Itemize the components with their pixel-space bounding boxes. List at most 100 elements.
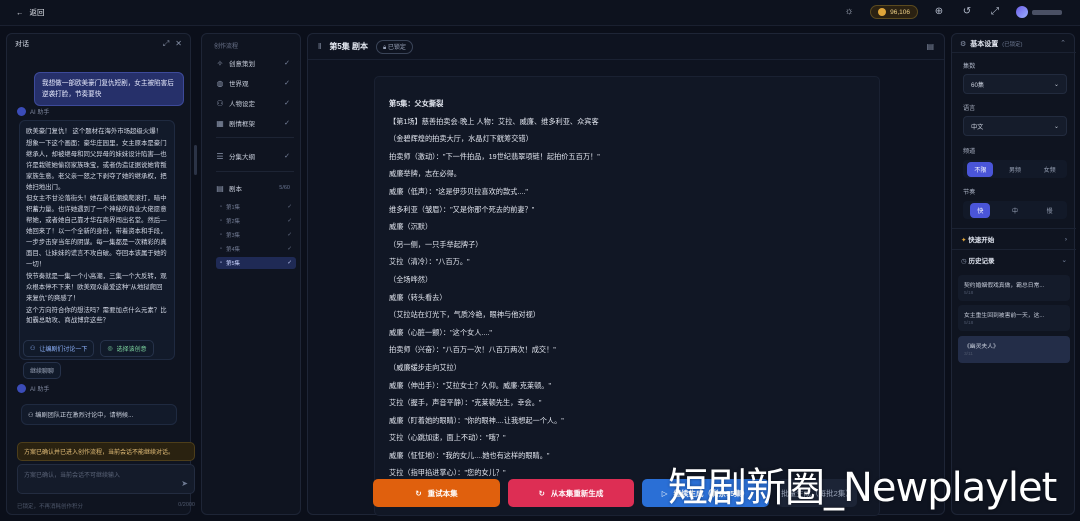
expand-icon[interactable]: ⤢ — [163, 39, 169, 49]
chat-input[interactable]: 方案已确认，当前会话不可继续输入 ➤ — [17, 464, 195, 494]
episodes-value: 60集 — [971, 81, 985, 89]
step-outline[interactable]: ☰ 分集大纲 ✓ — [210, 148, 296, 164]
check-icon: ✓ — [287, 260, 292, 266]
script-line: 威廉（伸出手）："艾拉女士？久仰。威廉·克莱顿。" — [389, 380, 552, 390]
script-line: 第5集：父女撕裂 — [389, 99, 444, 108]
history-item[interactable]: 女主重生回到被害前一天，这... 5/18 — [958, 305, 1070, 331]
step-label: 分集大纲 — [229, 154, 255, 161]
lock-badge-label: 已锁定 — [387, 44, 406, 51]
quick-start-label: 快速开始 — [968, 237, 995, 244]
user-message: 我想做一部欧美豪门复仇短剧，女主被陷害后逆袭打脸，节奏要快 — [34, 72, 184, 106]
divider — [216, 137, 294, 138]
channel-option[interactable]: 女频 — [1037, 162, 1063, 177]
file-icon: ▫ — [220, 232, 222, 238]
episode-item[interactable]: ▫ 第1集 ✓ — [216, 201, 296, 213]
script-content[interactable]: 第5集：父女撕裂 【第1场】慈善拍卖会·晚上 人物：艾拉、威廉、维多利亚、众宾客… — [374, 76, 880, 516]
history-row[interactable]: ◷ 历史记录 ⌄ — [961, 255, 1067, 265]
script-line: （威廉缓步走向艾拉） — [389, 362, 461, 372]
step-characters[interactable]: ⚇ 人物设定 ✓ — [210, 95, 296, 111]
file-icon: ▫ — [220, 260, 222, 266]
ai-name: AI 助手 — [30, 387, 50, 393]
channel-toggle: 不限 男频 女频 — [963, 160, 1067, 178]
chevron-right-icon: › — [1064, 235, 1067, 243]
continue-chat-button[interactable]: 继续聊聊 — [23, 362, 62, 379]
credit-balance[interactable]: 96,106 — [870, 5, 918, 19]
script-line: 威廉（心脏一颤）："这个女人...." — [389, 327, 492, 337]
chat-input-placeholder: 方案已确认，当前会话不可继续输入 — [24, 473, 121, 479]
chevron-up-icon[interactable]: ⌃ — [1060, 39, 1066, 47]
check-icon: ✓ — [284, 120, 290, 127]
history-item-selected[interactable]: 《幽灵夫人》 3/11 — [958, 336, 1070, 363]
choose-idea-button[interactable]: ◎ 选择该创意 — [100, 340, 154, 357]
users-icon: ⚇ — [30, 346, 36, 352]
channel-option[interactable]: 男频 — [1002, 162, 1028, 177]
discuss-label: 让编剧们讨论一下 — [39, 347, 88, 353]
step-label: 创意策划 — [229, 61, 255, 68]
channel-option[interactable]: 不限 — [967, 161, 994, 177]
document-icon[interactable]: ▤ — [926, 42, 934, 51]
pace-option[interactable]: 中 — [1005, 203, 1025, 218]
language-value: 中文 — [971, 123, 984, 131]
user-menu[interactable] — [1016, 6, 1062, 18]
team-status-message: ⚇ 编剧团队正在激烈讨论中，请稍候... — [21, 404, 177, 425]
chevron-down-icon: ⌄ — [1061, 257, 1067, 264]
language-select[interactable]: 中文 ⌄ — [963, 116, 1067, 136]
chat-footer-note: 已锁定，不再消耗创作积分 — [17, 504, 84, 510]
plus-circle-icon[interactable]: ⊕ — [932, 5, 946, 19]
step-plot[interactable]: ▦ 剧情框架 ✓ — [210, 115, 296, 131]
step-label: 人物设定 — [229, 101, 255, 108]
pace-option[interactable]: 慢 — [1040, 203, 1060, 218]
expand-icon[interactable]: ⤢ — [988, 5, 1002, 19]
locked-warning: 方案已确认并已进入创作流程，当前会话不能继续对话。 — [17, 442, 195, 461]
settings-status: (已锁定) — [1002, 42, 1023, 48]
episode-label: 第4集 — [225, 247, 241, 253]
check-icon: ✓ — [287, 232, 292, 238]
ai-meta: AI 助手 — [17, 107, 49, 116]
bars-icon: ‖ — [318, 42, 322, 51]
back-button[interactable]: ← 返回 — [16, 7, 45, 18]
ai-meta-2: AI 助手 — [17, 384, 49, 393]
script-line: 拍卖师（兴奋）："八百万一次！八百万两次！成交！" — [389, 345, 556, 355]
refresh-icon: ↻ — [538, 488, 545, 498]
episode-label: 第3集 — [225, 233, 241, 239]
retry-episode-button[interactable]: ↻ 重试本集 — [373, 479, 500, 507]
episodes-select[interactable]: 60集 ⌄ — [963, 74, 1067, 94]
back-label: 返回 — [29, 8, 45, 17]
chevron-down-icon: ⌄ — [1053, 122, 1059, 130]
discuss-button[interactable]: ⚇ 让编剧们讨论一下 — [23, 340, 95, 357]
settings-header[interactable]: ⚙ 基本设置 (已锁定) — [960, 39, 1022, 49]
episode-item[interactable]: ▫ 第4集 ✓ — [216, 243, 296, 255]
step-idea[interactable]: ✧ 创意策划 ✓ — [210, 55, 296, 71]
divider — [952, 249, 1076, 250]
history-item[interactable]: 契约婚姻假戏真做，霸总日常... 5/18 — [958, 275, 1070, 301]
script-line: （全场哗然） — [389, 274, 433, 284]
episode-item-active[interactable]: ▫ 第5集 ✓ — [216, 257, 296, 269]
ai-message: 欧美豪门复仇！ 这个题材在海外市场超级火爆！ 想象一下这个画面：豪华庄园里，女主… — [19, 120, 175, 360]
check-icon: ✓ — [287, 204, 292, 210]
regenerate-button[interactable]: ↻ 从本集重新生成 — [508, 479, 634, 507]
refresh-icon[interactable]: ↺ — [960, 5, 974, 19]
script-line: （艾拉站在灯光下，气质冷艳，眼神与他对视） — [389, 310, 540, 320]
divider — [952, 52, 1076, 53]
script-line: 【第1场】慈善拍卖会·晚上 人物：艾拉、威廉、维多利亚、众宾客 — [389, 116, 599, 126]
sun-icon[interactable]: ☼ — [842, 5, 856, 19]
play-icon: ▷ — [661, 488, 668, 498]
close-icon[interactable]: ✕ — [175, 39, 182, 49]
check-icon: ✓ — [284, 80, 290, 87]
divider — [952, 228, 1076, 229]
episode-item[interactable]: ▫ 第3集 ✓ — [216, 229, 296, 241]
history-item-title: 女主重生回到被害前一天，这... — [964, 313, 1045, 319]
step-world[interactable]: ◍ 世界观 ✓ — [210, 75, 296, 91]
step-script[interactable]: ▤ 剧本 5/60 — [210, 180, 296, 196]
quick-start-row[interactable]: ✦ 快速开始 › — [961, 234, 1067, 245]
lightbulb-icon: ✧ — [216, 58, 224, 68]
chat-panel: 对话 ⤢ ✕ 我想做一部欧美豪门复仇短剧，女主被陷害后逆袭打脸，节奏要快 AI … — [6, 33, 195, 515]
send-icon[interactable]: ➤ — [181, 479, 188, 488]
chat-scrollbar[interactable] — [194, 145, 197, 175]
history-item-title: 《幽灵夫人》 — [964, 344, 999, 350]
script-line: 艾拉（握手，声音平静）："克莱顿先生，幸会。" — [389, 398, 542, 408]
episode-item[interactable]: ▫ 第2集 ✓ — [216, 215, 296, 227]
globe-icon: ◍ — [216, 78, 224, 88]
script-line: （金碧辉煌的拍卖大厅，水晶灯下觥筹交错） — [389, 134, 533, 144]
pace-option[interactable]: 快 — [970, 202, 991, 218]
